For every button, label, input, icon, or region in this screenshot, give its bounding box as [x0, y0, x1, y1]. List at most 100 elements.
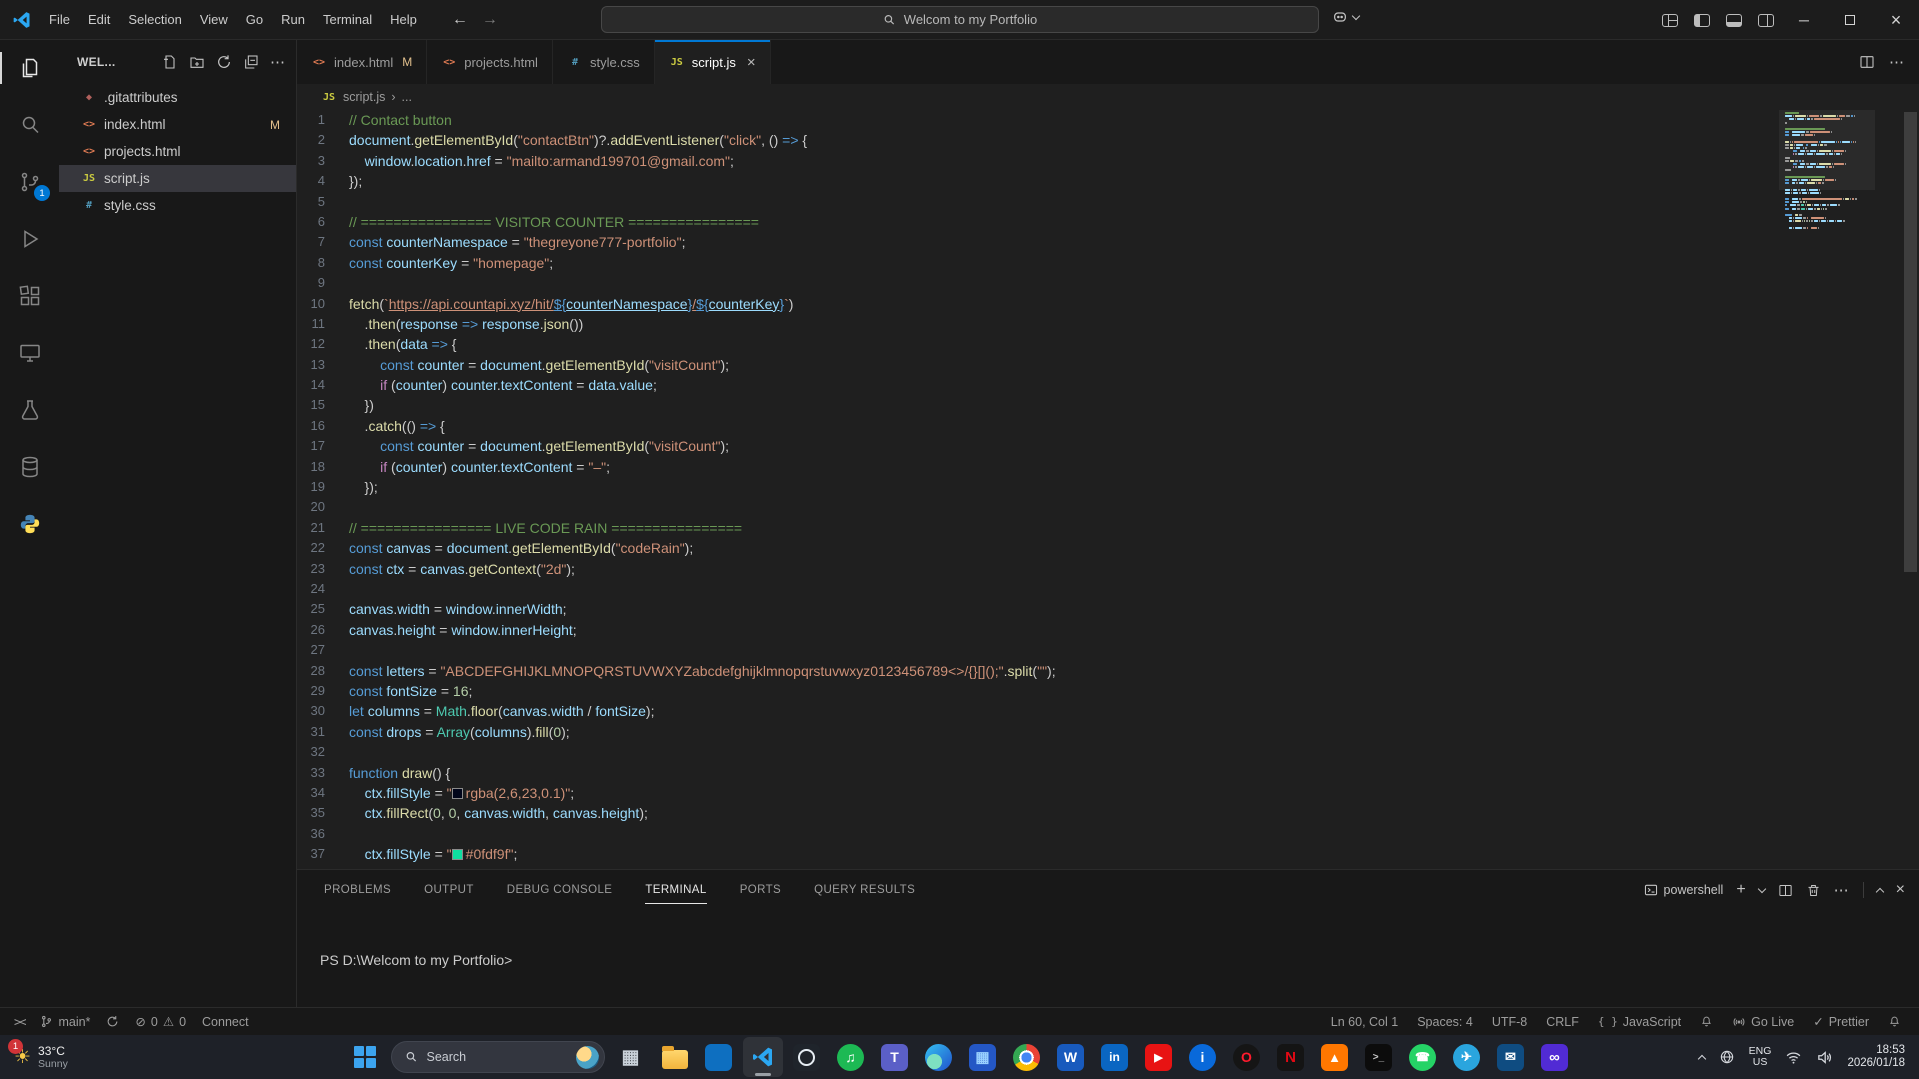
tab-style.css[interactable]: #style.css	[553, 40, 655, 84]
sidebar-item-source-control[interactable]: 1	[0, 158, 59, 206]
tab-script.js[interactable]: JSscript.js×	[655, 40, 771, 84]
terminal-icon[interactable]: >_	[1359, 1037, 1399, 1077]
word-icon[interactable]: W	[1051, 1037, 1091, 1077]
github-desktop-icon[interactable]	[787, 1037, 827, 1077]
sidebar-item-python[interactable]	[0, 500, 59, 548]
problems-item[interactable]: ⊘0 ⚠0	[129, 1011, 192, 1033]
menu-selection[interactable]: Selection	[119, 7, 190, 33]
language-mode-item[interactable]: { } JavaScript	[1592, 1011, 1687, 1033]
kill-terminal-icon[interactable]	[1806, 883, 1821, 898]
customize-layout-icon[interactable]	[1662, 14, 1678, 27]
sidebar-item-run-debug[interactable]	[0, 215, 59, 263]
toggle-secondary-sidebar-icon[interactable]	[1758, 14, 1774, 27]
input-language-indicator[interactable]: ENG US	[1749, 1046, 1772, 1068]
toggle-panel-icon[interactable]	[1726, 14, 1742, 27]
youtube-icon[interactable]: ▶	[1139, 1037, 1179, 1077]
opera-icon[interactable]: O	[1227, 1037, 1267, 1077]
git-branch-item[interactable]: main*	[34, 1011, 96, 1033]
task-view-icon[interactable]: ▦	[611, 1037, 651, 1077]
close-panel-icon[interactable]: ×	[1896, 881, 1905, 899]
split-editor-icon[interactable]	[1859, 54, 1875, 70]
explorer-section-header[interactable]: WEL... ⋯	[59, 40, 296, 84]
file-row[interactable]: #style.css	[59, 192, 296, 219]
file-row[interactable]: JSscript.js	[59, 165, 296, 192]
close-button[interactable]: ×	[1873, 0, 1919, 40]
edge-icon[interactable]	[919, 1037, 959, 1077]
copilot-button[interactable]	[1332, 9, 1359, 25]
launch-profile-chevron-icon[interactable]	[1757, 884, 1765, 892]
new-folder-icon[interactable]	[189, 54, 205, 70]
notifications-item[interactable]	[1882, 1011, 1907, 1033]
sidebar-item-extensions[interactable]	[0, 272, 59, 320]
menu-help[interactable]: Help	[381, 7, 426, 33]
menu-go[interactable]: Go	[237, 7, 272, 33]
sidebar-item-remote-explorer[interactable]	[0, 329, 59, 377]
taskbar-clock[interactable]: 18:53 2026/01/18	[1847, 1044, 1905, 1070]
info-icon[interactable]: i	[1183, 1037, 1223, 1077]
file-row[interactable]: <>projects.html	[59, 138, 296, 165]
microsoft-store-icon[interactable]	[699, 1037, 739, 1077]
file-explorer-icon[interactable]	[655, 1037, 695, 1077]
vertical-scrollbar[interactable]	[1904, 112, 1917, 572]
split-terminal-icon[interactable]	[1778, 883, 1793, 898]
file-row[interactable]: ◆.gitattributes	[59, 84, 296, 111]
file-row[interactable]: <>index.htmlM	[59, 111, 296, 138]
taskbar-search[interactable]: Search	[391, 1041, 605, 1073]
indentation-item[interactable]: Spaces: 4	[1411, 1011, 1479, 1033]
more-actions-icon[interactable]: ⋯	[270, 53, 286, 71]
panel-more-actions-icon[interactable]: ⋯	[1834, 881, 1850, 899]
wifi-icon[interactable]	[1785, 1049, 1802, 1066]
linkedin-icon[interactable]: in	[1095, 1037, 1135, 1077]
connect-item[interactable]: Connect	[196, 1011, 255, 1033]
terminal-view[interactable]: PS D:\Welcom to my Portfolio>	[297, 910, 1919, 969]
encoding-item[interactable]: UTF-8	[1486, 1011, 1533, 1033]
whatsapp-icon[interactable]: ☎	[1403, 1037, 1443, 1077]
network-globe-icon[interactable]	[1719, 1049, 1735, 1065]
close-tab-icon[interactable]: ×	[747, 54, 756, 71]
weather-widget[interactable]: 1 ☀ 33°C Sunny	[0, 1035, 82, 1079]
vscode-icon[interactable]	[743, 1037, 783, 1077]
menu-run[interactable]: Run	[272, 7, 314, 33]
spotify-icon[interactable]: ♫	[831, 1037, 871, 1077]
menu-terminal[interactable]: Terminal	[314, 7, 381, 33]
collapse-folders-icon[interactable]	[243, 54, 259, 70]
new-file-icon[interactable]	[162, 54, 178, 70]
vlc-icon[interactable]: ▲	[1315, 1037, 1355, 1077]
sidebar-item-testing[interactable]	[0, 386, 59, 434]
maximize-panel-icon[interactable]	[1875, 887, 1883, 895]
breadcrumb[interactable]: JS script.js › ...	[297, 84, 1919, 110]
sidebar-item-database[interactable]	[0, 443, 59, 491]
minimap[interactable]	[1785, 112, 1869, 229]
toggle-primary-sidebar-icon[interactable]	[1694, 14, 1710, 27]
menu-view[interactable]: View	[191, 7, 237, 33]
telegram-icon[interactable]: ✈	[1447, 1037, 1487, 1077]
maximize-button[interactable]	[1827, 0, 1873, 40]
navigate-back-icon[interactable]: ←	[452, 11, 468, 29]
new-terminal-icon[interactable]: +	[1736, 881, 1745, 899]
panel-tab-problems[interactable]: PROBLEMS	[324, 870, 391, 910]
sync-changes-item[interactable]	[100, 1011, 125, 1033]
teams-icon[interactable]: T	[875, 1037, 915, 1077]
sidebar-item-search[interactable]	[0, 101, 59, 149]
editor-more-actions-icon[interactable]: ⋯	[1889, 53, 1905, 71]
tab-index.html[interactable]: <>index.htmlM	[297, 40, 427, 84]
minimize-button[interactable]: ─	[1781, 0, 1827, 40]
start-button[interactable]	[345, 1037, 385, 1077]
tab-projects.html[interactable]: <>projects.html	[427, 40, 553, 84]
refresh-icon[interactable]	[216, 54, 232, 70]
cursor-position-item[interactable]: Ln 60, Col 1	[1325, 1011, 1404, 1033]
photos-icon[interactable]: ▦	[963, 1037, 1003, 1077]
chrome-icon[interactable]	[1007, 1037, 1047, 1077]
breadcrumb-file[interactable]: script.js	[343, 90, 385, 104]
extension-status-item[interactable]	[1694, 1011, 1719, 1033]
menu-edit[interactable]: Edit	[79, 7, 119, 33]
volume-icon[interactable]	[1816, 1049, 1833, 1066]
breadcrumb-symbol[interactable]: ...	[402, 90, 412, 104]
panel-tab-debug-console[interactable]: DEBUG CONSOLE	[507, 870, 613, 910]
panel-tab-query-results[interactable]: QUERY RESULTS	[814, 870, 915, 910]
mail-icon[interactable]: ✉	[1491, 1037, 1531, 1077]
sidebar-item-explorer[interactable]	[0, 44, 59, 92]
visual-studio-icon[interactable]: ∞	[1535, 1037, 1575, 1077]
tray-overflow-chevron-icon[interactable]	[1697, 1054, 1705, 1062]
eol-item[interactable]: CRLF	[1540, 1011, 1585, 1033]
